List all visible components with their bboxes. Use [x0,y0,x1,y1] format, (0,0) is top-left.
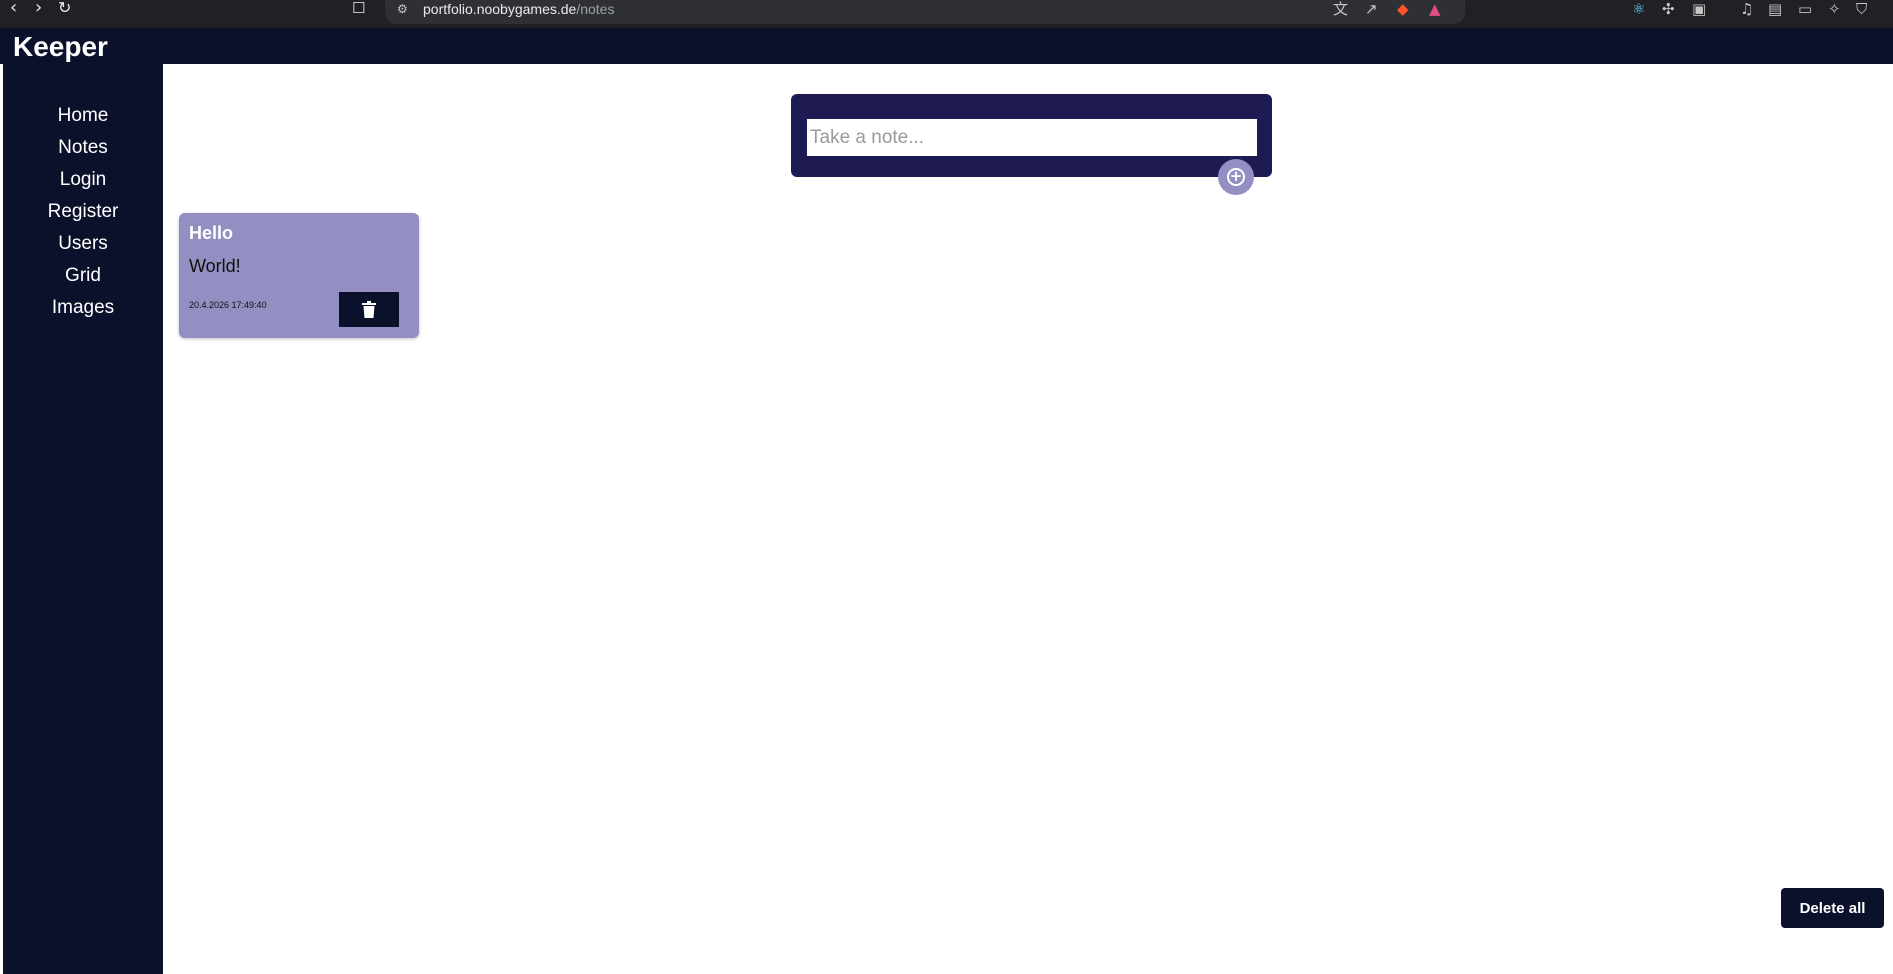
sidebar-item-images[interactable]: Images [3,292,163,324]
app-header: Keeper [0,28,1893,64]
media-icon[interactable]: ♫ [1740,0,1753,18]
screenshot-icon[interactable]: ▣ [1692,0,1706,18]
sidebar-item-grid[interactable]: Grid [3,260,163,292]
bookmark-icon[interactable]: ☐ [352,0,365,20]
delete-note-button[interactable] [339,292,399,327]
url-host: portfolio.noobygames.de [423,1,577,17]
sidebar-item-notes[interactable]: Notes [3,132,163,164]
note-content: World! [189,256,241,276]
wallet-icon[interactable]: ▭ [1798,0,1812,18]
app-logo[interactable]: Keeper [13,31,108,63]
sidebar-item-login[interactable]: Login [3,164,163,196]
create-note-form [791,94,1272,177]
extensions-icon[interactable]: ✣ [1662,0,1675,18]
sidebar-item-users[interactable]: Users [3,228,163,260]
note-timestamp: 20.4.2026 17:49:40 [189,300,267,310]
leo-ai-icon[interactable]: ✧ [1828,0,1841,18]
sidebar-icon[interactable]: ▤ [1768,0,1782,18]
forward-icon[interactable]: › [35,0,42,20]
note-input[interactable] [807,119,1257,156]
react-devtools-icon[interactable]: ⚛ [1632,0,1645,18]
plus-circle-icon: + [1227,168,1245,186]
brave-shield-icon[interactable]: ◆ [1397,0,1409,18]
site-info-icon[interactable]: ⚙ [397,0,408,18]
delete-all-button[interactable]: Delete all [1781,888,1884,928]
brave-rewards-icon[interactable]: ▲ [1429,0,1441,18]
add-note-button[interactable]: + [1218,159,1254,195]
vpn-icon[interactable]: ⛉ [1856,0,1867,18]
address-bar[interactable]: ⚙ portfolio.noobygames.de/notes 文 ↗ ◆ ▲ [385,0,1465,24]
url-text: portfolio.noobygames.de/notes [423,1,614,17]
reload-icon[interactable]: ↻ [58,0,71,20]
sidebar-item-home[interactable]: Home [3,100,163,132]
trash-icon [362,301,376,318]
note-card: Hello World! 20.4.2026 17:49:40 [179,213,419,338]
share-icon[interactable]: ↗ [1365,0,1378,18]
url-path: /notes [576,1,615,17]
browser-toolbar: ‹ › ↻ ☐ ⚙ portfolio.noobygames.de/notes … [0,0,1893,28]
sidebar-item-register[interactable]: Register [3,196,163,228]
sidebar: Home Notes Login Register Users Grid Ima… [3,64,163,974]
translate-icon[interactable]: 文 [1333,0,1348,18]
note-title: Hello [189,223,234,243]
back-icon[interactable]: ‹ [10,0,17,20]
